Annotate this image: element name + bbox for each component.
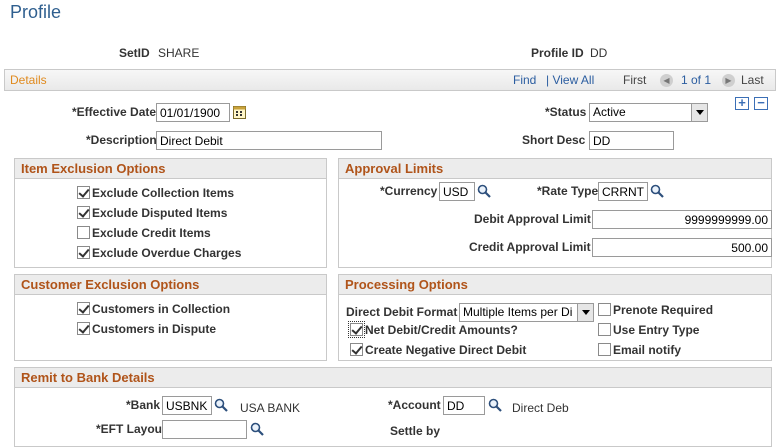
debit-limit-label: Debit Approval Limit <box>474 212 591 226</box>
effective-date-label: *Effective Date <box>72 105 157 119</box>
exclude-overdue-checkbox[interactable] <box>77 246 90 259</box>
negative-dd-label: Create Negative Direct Debit <box>365 343 527 357</box>
processing-options-header: Processing Options <box>339 275 771 295</box>
customer-exclusion-panel: Customer Exclusion Options <box>14 274 327 361</box>
eft-layout-label: *EFT Layout <box>96 422 167 436</box>
setid-label: SetID <box>119 46 150 60</box>
exclude-disputed-label: Exclude Disputed Items <box>92 206 228 220</box>
item-exclusion-header: Item Exclusion Options <box>15 159 326 179</box>
delete-row-button[interactable]: − <box>754 96 768 110</box>
bank-input[interactable] <box>162 396 212 415</box>
chevron-down-icon <box>577 304 593 321</box>
add-row-button[interactable]: + <box>735 96 749 110</box>
eft-layout-input[interactable] <box>162 420 247 439</box>
rate-type-label: *Rate Type <box>537 184 599 198</box>
search-icon[interactable] <box>477 184 491 198</box>
customers-collection-label: Customers in Collection <box>92 302 231 316</box>
previous-icon[interactable]: ◀ <box>660 74 673 87</box>
last-label: Last <box>741 73 764 87</box>
customers-dispute-label: Customers in Dispute <box>92 322 217 336</box>
profile-id-value: DD <box>590 46 608 60</box>
view-all-link[interactable]: | View All <box>546 73 594 87</box>
search-icon[interactable] <box>214 398 228 412</box>
bank-label: *Bank <box>126 398 161 412</box>
customers-dispute-checkbox[interactable] <box>77 322 90 335</box>
calendar-icon[interactable] <box>233 105 246 119</box>
customer-exclusion-header: Customer Exclusion Options <box>15 275 326 295</box>
exclude-overdue-label: Exclude Overdue Charges <box>92 246 242 260</box>
email-notify-checkbox[interactable] <box>598 343 611 356</box>
effective-date-input[interactable] <box>156 103 230 122</box>
account-input[interactable] <box>443 396 485 415</box>
account-label: *Account <box>388 398 441 412</box>
email-notify-label: Email notify <box>613 343 682 357</box>
short-desc-label: Short Desc <box>522 133 586 147</box>
approval-limits-header: Approval Limits <box>339 159 771 179</box>
prenote-label: Prenote Required <box>613 303 714 317</box>
account-description: Direct Deb <box>512 401 569 415</box>
net-amounts-checkbox[interactable] <box>348 321 365 338</box>
description-label: *Description <box>86 133 157 147</box>
customers-collection-checkbox[interactable] <box>77 302 90 315</box>
exclude-collection-checkbox[interactable] <box>77 186 90 199</box>
search-icon[interactable] <box>650 184 664 198</box>
status-value: Active <box>593 105 626 119</box>
first-label: First <box>623 73 647 87</box>
credit-limit-label: Credit Approval Limit <box>469 240 591 254</box>
description-input[interactable] <box>156 131 382 150</box>
search-icon[interactable] <box>488 398 502 412</box>
exclude-disputed-checkbox[interactable] <box>77 206 90 219</box>
entry-type-label: Use Entry Type <box>613 323 700 337</box>
prenote-checkbox[interactable] <box>598 303 611 316</box>
next-icon[interactable]: ▶ <box>722 74 735 87</box>
currency-label: *Currency <box>380 184 438 198</box>
negative-dd-checkbox[interactable] <box>350 343 363 356</box>
find-link[interactable]: Find <box>513 73 536 87</box>
search-icon[interactable] <box>250 422 264 436</box>
page-title: Profile <box>10 2 62 22</box>
short-desc-input[interactable] <box>589 131 674 150</box>
exclude-collection-label: Exclude Collection Items <box>92 186 235 200</box>
profile-id-label: Profile ID <box>531 46 584 60</box>
exclude-credit-checkbox[interactable] <box>77 226 90 239</box>
status-label: *Status <box>545 105 587 119</box>
remit-bank-header: Remit to Bank Details <box>15 368 771 388</box>
rate-type-input[interactable] <box>598 182 648 201</box>
net-amounts-label: Net Debit/Credit Amounts? <box>365 323 518 337</box>
bank-description: USA BANK <box>240 401 301 415</box>
dd-format-label: Direct Debit Format <box>346 305 458 319</box>
setid-value: SHARE <box>158 46 200 60</box>
dd-format-value: Multiple Items per Di <box>463 305 573 319</box>
details-title: Details <box>10 73 47 87</box>
status-select[interactable]: Active <box>589 103 708 122</box>
dd-format-select[interactable]: Multiple Items per Di <box>459 303 594 322</box>
entry-type-checkbox[interactable] <box>598 323 611 336</box>
debit-limit-input[interactable] <box>592 210 772 229</box>
details-bar: Details Find | View All First ◀ 1 of 1 ▶… <box>4 69 776 91</box>
settle-by-label: Settle by <box>390 424 441 438</box>
exclude-credit-label: Exclude Credit Items <box>92 226 211 240</box>
credit-limit-input[interactable] <box>592 238 772 257</box>
chevron-down-icon <box>691 104 707 121</box>
currency-input[interactable] <box>439 182 475 201</box>
row-count: 1 of 1 <box>681 73 712 87</box>
